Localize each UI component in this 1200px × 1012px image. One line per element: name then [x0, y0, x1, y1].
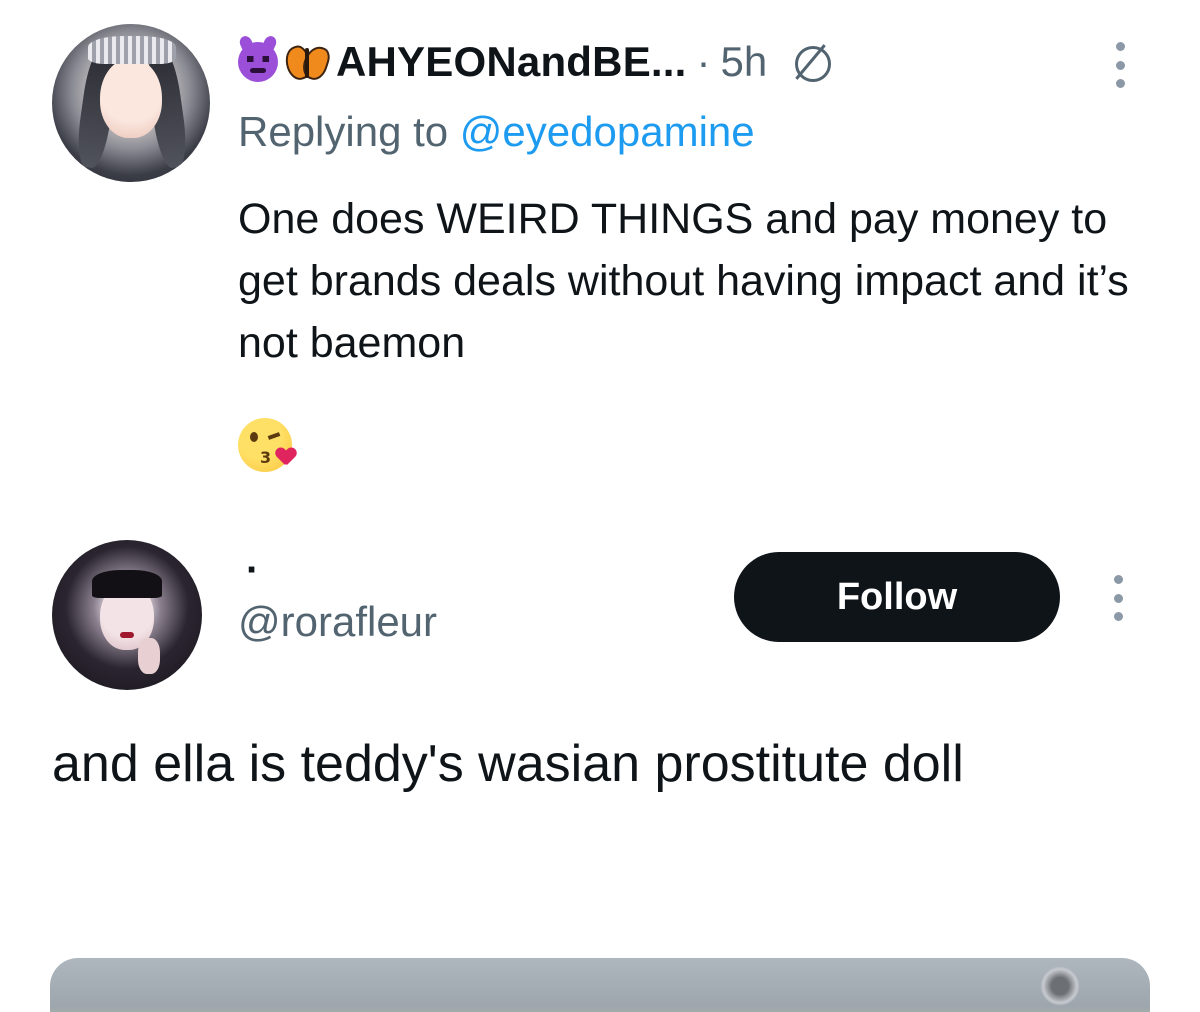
kissing-face-heart-emoji-icon: 3: [236, 414, 298, 476]
tweet-media-image[interactable]: [50, 958, 1150, 1012]
display-name[interactable]: ·: [246, 548, 259, 593]
smiling-devil-emoji-icon: [238, 42, 278, 82]
slashed-circle-icon: [791, 42, 832, 82]
reply-tweet[interactable]: AHYEONandBE... · 5h Replying to @eyedopa…: [0, 0, 1200, 500]
more-options-icon[interactable]: [1114, 42, 1126, 88]
timestamp[interactable]: 5h: [721, 38, 768, 86]
tweet-text: One does WEIRD THINGS and pay money to g…: [238, 195, 1129, 367]
tweet-header: AHYEONandBE... · 5h: [238, 32, 832, 92]
replying-handle-link[interactable]: @eyedopamine: [460, 108, 755, 155]
butterfly-emoji-icon: [281, 42, 333, 83]
avatar[interactable]: [52, 540, 202, 690]
replying-prefix: Replying to: [238, 108, 449, 155]
avatar[interactable]: [52, 24, 210, 182]
avatar-lips: [120, 632, 134, 638]
replying-to: Replying to @eyedopamine: [238, 108, 755, 156]
tweet-thread: AHYEONandBE... · 5h Replying to @eyedopa…: [0, 0, 1200, 1012]
time-separator: ·: [696, 38, 711, 85]
more-options-icon[interactable]: [1112, 575, 1124, 621]
avatar-headpiece: [88, 36, 176, 64]
avatar-face: [100, 58, 162, 138]
user-handle[interactable]: @rorafleur: [238, 598, 437, 646]
follow-button[interactable]: Follow: [734, 552, 1060, 642]
avatar-hand: [138, 638, 160, 674]
display-name[interactable]: AHYEONandBE...: [336, 38, 687, 86]
tweet-text: and ella is teddy's wasian prostitute do…: [52, 735, 964, 793]
avatar-hair: [92, 570, 162, 598]
media-detail: [1040, 966, 1080, 1006]
